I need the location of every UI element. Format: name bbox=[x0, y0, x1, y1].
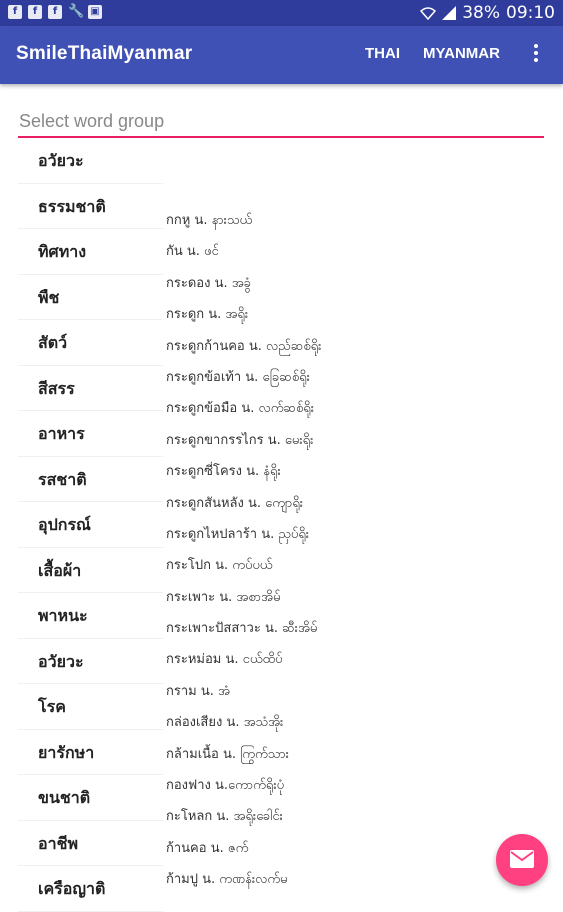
word-item[interactable]: กระดูกซี่โครง น. နံရိုး bbox=[166, 456, 556, 487]
wifi-icon bbox=[420, 7, 437, 20]
category-item[interactable]: อวัยวะ bbox=[18, 639, 163, 684]
category-list: อวัยวะ ธรรมชาติ ทิศทาง พืช สัตว์ สีสรร อ… bbox=[18, 138, 163, 912]
word-item[interactable]: กระดูกไหปลาร้า น. ညှပ်ရိုး bbox=[166, 519, 556, 550]
word-list: กกหู น. နားသယ် กัน น. ဖင် กระดอง น. အခွံ… bbox=[166, 205, 556, 896]
facebook-icon: f bbox=[8, 5, 22, 19]
category-item[interactable]: อุปกรณ์ bbox=[18, 502, 163, 548]
word-item[interactable]: กระหม่อม น. ငယ်ထိပ် bbox=[166, 644, 556, 675]
category-item[interactable]: สีสรร bbox=[18, 366, 163, 411]
word-item[interactable]: กราม น. အံ bbox=[166, 676, 556, 707]
mail-icon bbox=[510, 850, 534, 868]
category-item[interactable]: ทิศทาง bbox=[18, 229, 163, 275]
category-item[interactable]: เครือญาติ bbox=[18, 866, 163, 912]
word-item[interactable]: กัน น. ဖင် bbox=[166, 236, 556, 267]
app-title: SmileThaiMyanmar bbox=[16, 43, 193, 64]
more-vert-icon[interactable] bbox=[531, 44, 541, 64]
word-item[interactable]: กระดูกข้อเท้า น. ခြေဆစ်ရိုး bbox=[166, 362, 556, 393]
wrench-icon: 🔧 bbox=[68, 4, 85, 19]
word-item[interactable]: กระเพาะปัสสาวะ น. ဆီးအိမ် bbox=[166, 613, 556, 644]
word-item[interactable]: กระดูกขากรรไกร น. မေးရိုး bbox=[166, 425, 556, 456]
word-item[interactable]: กระดูก น. အရိုး bbox=[166, 299, 556, 330]
gallery-icon: ▣ bbox=[88, 5, 102, 19]
status-bar: f f f 🔧 ▣ 38% 09:10 bbox=[0, 0, 563, 26]
category-item[interactable]: อวัยวะ bbox=[18, 138, 163, 184]
word-item[interactable]: กกหู น. နားသယ် bbox=[166, 205, 556, 236]
category-item[interactable]: รสชาติ bbox=[18, 457, 163, 502]
myanmar-button[interactable]: MYANMAR bbox=[423, 45, 500, 62]
category-item[interactable]: โรค bbox=[18, 684, 163, 730]
word-item[interactable]: กระดูกก้านคอ น. လည်ဆစ်ရိုး bbox=[166, 331, 556, 362]
word-item[interactable]: กระดูกสันหลัง น. ကျောရိုး bbox=[166, 488, 556, 519]
word-item[interactable]: กล้ามเนื้อ น. ကြွက်သား bbox=[166, 739, 556, 770]
word-item[interactable]: กระเพาะ น. အစာအိမ် bbox=[166, 582, 556, 613]
word-item[interactable]: กระดอง น. အခွံ bbox=[166, 268, 556, 299]
word-group-placeholder: Select word group bbox=[19, 111, 165, 131]
facebook-icon: f bbox=[48, 5, 62, 19]
app-bar: SmileThaiMyanmar THAI MYANMAR bbox=[0, 26, 563, 84]
category-item[interactable]: พาหนะ bbox=[18, 593, 163, 639]
category-item[interactable]: เสื้อผ้า bbox=[18, 548, 163, 593]
battery-level: 38% bbox=[462, 3, 500, 23]
word-item[interactable]: กล่องเสียง น. အသံအိုး bbox=[166, 707, 556, 738]
category-item[interactable]: ธรรมชาติ bbox=[18, 184, 163, 229]
signal-icon bbox=[442, 6, 457, 20]
category-item[interactable]: สัตว์ bbox=[18, 320, 163, 366]
facebook-icon: f bbox=[28, 5, 42, 19]
word-item[interactable]: กระโปก น. ကပ်ပယ် bbox=[166, 550, 556, 581]
word-item[interactable]: กะโหลก น. အရိုးခေါင်း bbox=[166, 801, 556, 832]
category-item[interactable]: อาหาร bbox=[18, 411, 163, 457]
mail-fab-button[interactable] bbox=[496, 834, 548, 886]
thai-button[interactable]: THAI bbox=[365, 45, 400, 62]
category-item[interactable]: พืช bbox=[18, 275, 163, 320]
category-item[interactable]: ขนชาติ bbox=[18, 775, 163, 821]
word-item[interactable]: กองฟาง น.ကောက်ရိုးပုံ bbox=[166, 770, 556, 801]
category-item[interactable]: ยารักษา bbox=[18, 730, 163, 775]
word-item[interactable]: กระดูกข้อมือ น. လက်ဆစ်ရိုး bbox=[166, 393, 556, 424]
word-group-selector[interactable]: Select word group bbox=[18, 108, 544, 138]
clock: 09:10 bbox=[506, 3, 555, 23]
category-item[interactable]: อาชีพ bbox=[18, 821, 163, 866]
